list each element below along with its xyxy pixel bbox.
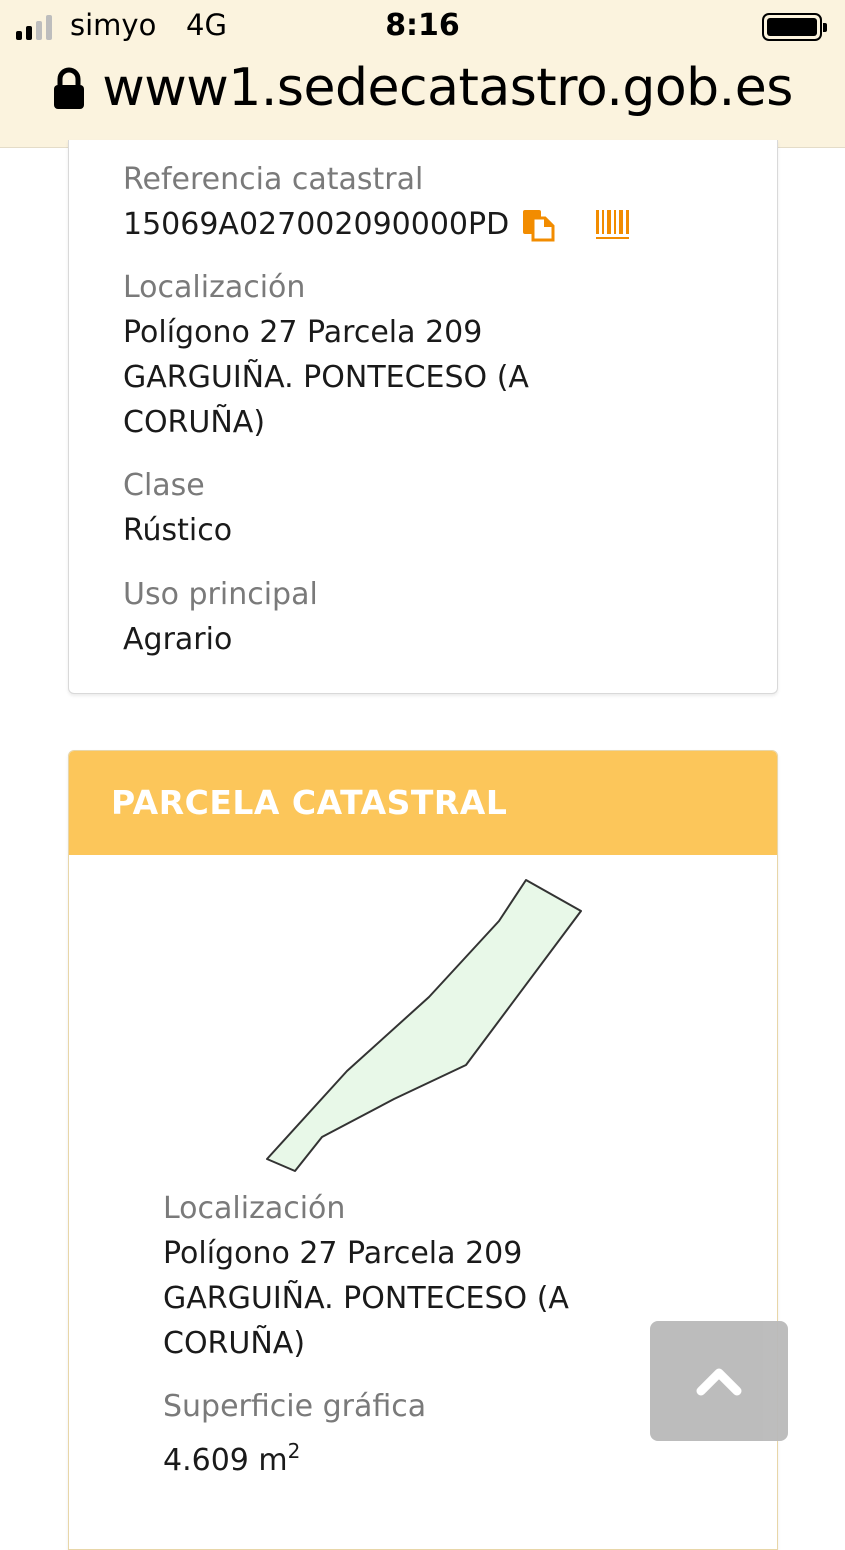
url-text[interactable]: www1.sedecatastro.gob.es	[102, 58, 793, 118]
use-label: Uso principal	[123, 577, 318, 612]
parcel-loc-line-3: CORUÑA)	[163, 1326, 306, 1361]
scroll-to-top-button[interactable]	[650, 1321, 788, 1441]
class-label: Clase	[123, 468, 205, 503]
field-parcel-localizacion: Localización Polígono 27 Parcela 209 GAR…	[163, 1191, 569, 1366]
ref-value: 15069A027002090000PD	[123, 207, 510, 242]
lock-icon	[54, 67, 85, 109]
browser-status-bar: simyo 4G 8:16 www1.sedecatastro.gob.es	[0, 0, 845, 148]
parcel-loc-label: Localización	[163, 1191, 346, 1226]
field-clase: Clase Rústico	[123, 468, 232, 553]
field-localizacion: Localización Polígono 27 Parcela 209 GAR…	[123, 270, 529, 445]
surface-exponent: 2	[287, 1439, 301, 1463]
surface-value: 4.609 m2	[163, 1429, 426, 1483]
ref-row: 15069A027002090000PD	[123, 202, 631, 247]
parcel-loc-line-1: Polígono 27 Parcela 209	[163, 1236, 523, 1271]
field-referencia: Referencia catastral 15069A027002090000P…	[123, 162, 631, 247]
address-bar[interactable]: www1.sedecatastro.gob.es	[0, 52, 845, 124]
status-time: 8:16	[385, 8, 460, 43]
loc-value: Polígono 27 Parcela 209 GARGUIÑA. PONTEC…	[123, 310, 529, 445]
property-details-card: Referencia catastral 15069A027002090000P…	[68, 140, 778, 694]
loc-line-2: GARGUIÑA. PONTECESO (A	[123, 360, 529, 395]
surface-number: 4.609 m	[163, 1443, 288, 1478]
field-superficie: Superficie gráfica 4.609 m2	[163, 1389, 426, 1483]
loc-label: Localización	[123, 270, 306, 305]
loc-line-1: Polígono 27 Parcela 209	[123, 315, 483, 350]
parcel-loc-line-2: GARGUIÑA. PONTECESO (A	[163, 1281, 569, 1316]
class-value: Rústico	[123, 513, 233, 548]
surface-label: Superficie gráfica	[163, 1389, 427, 1424]
use-value: Agrario	[123, 622, 233, 657]
battery-icon	[762, 13, 827, 41]
parcel-loc-value: Polígono 27 Parcela 209 GARGUIÑA. PONTEC…	[163, 1231, 569, 1366]
field-uso-principal: Uso principal Agrario	[123, 577, 318, 662]
barcode-icon[interactable]	[595, 208, 631, 242]
card-header-title: PARCELA CATASTRAL	[111, 783, 508, 822]
copy-icon[interactable]	[521, 208, 555, 242]
card-header: PARCELA CATASTRAL	[69, 751, 777, 855]
loc-line-3: CORUÑA)	[123, 405, 266, 440]
parcel-map-shape[interactable]	[229, 869, 689, 1189]
chevron-up-icon	[696, 1368, 742, 1396]
ref-label: Referencia catastral	[123, 162, 424, 197]
